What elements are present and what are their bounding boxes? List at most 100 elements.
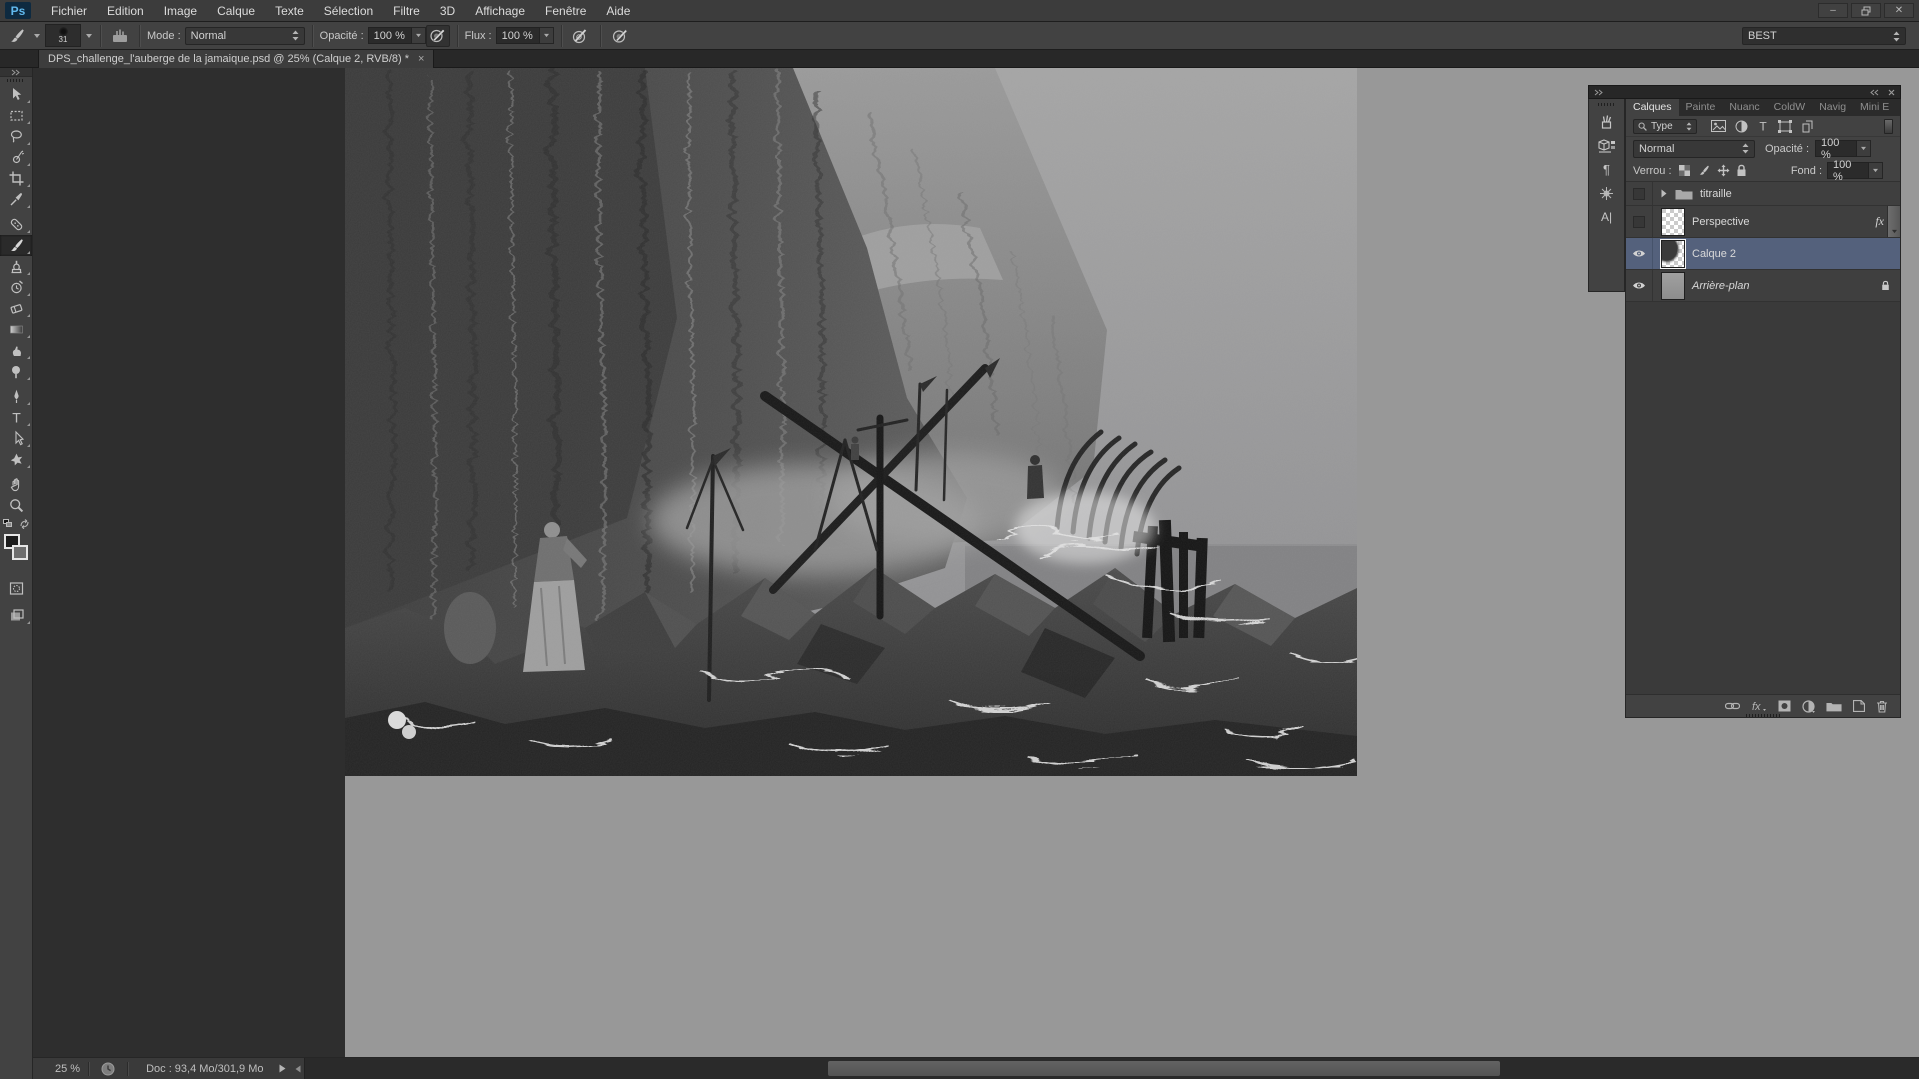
layer-row-titraille[interactable]: titraille (1626, 182, 1900, 206)
swap-colors-icon[interactable] (19, 519, 30, 529)
collapse-dock-icon[interactable] (1870, 89, 1880, 96)
chevron-down-icon[interactable] (33, 33, 41, 39)
scroll-left-icon[interactable] (295, 1065, 301, 1073)
tool-lasso[interactable] (0, 126, 32, 147)
lock-position-icon[interactable] (1717, 164, 1730, 177)
layer-row-perspective[interactable]: Perspective fx (1626, 206, 1900, 238)
opacity-field[interactable]: 100 % (368, 27, 412, 44)
layer-thumbnail[interactable] (1661, 272, 1685, 300)
tool-rectangular-marquee[interactable] (0, 105, 32, 126)
lock-pixels-icon[interactable] (1697, 164, 1711, 177)
document-tab[interactable]: DPS_challenge_l'auberge de la jamaique.p… (38, 50, 434, 68)
tool-quick-selection[interactable] (0, 147, 32, 168)
chevron-down-icon[interactable] (85, 33, 93, 39)
tool-gradient[interactable] (0, 319, 32, 340)
menu-image[interactable]: Image (154, 0, 207, 22)
close-dock-icon[interactable] (1888, 89, 1895, 96)
quick-mask-button[interactable] (0, 578, 32, 599)
lock-transparency-icon[interactable] (1678, 164, 1691, 177)
menu-filtre[interactable]: Filtre (383, 0, 430, 22)
tool-pen[interactable] (0, 386, 32, 407)
filter-pixel-layers-icon[interactable] (1711, 120, 1726, 132)
menu-affichage[interactable]: Affichage (465, 0, 535, 22)
zoom-level-field[interactable]: 25 % (55, 1063, 80, 1075)
horizontal-scrollbar-thumb[interactable] (828, 1061, 1500, 1076)
tool-move[interactable] (0, 84, 32, 105)
link-layers-button[interactable] (1725, 702, 1740, 710)
brush-presets-panel-icon[interactable] (1589, 109, 1624, 133)
tool-eyedropper[interactable] (0, 189, 32, 210)
panel-menu-icon[interactable] (1896, 99, 1900, 116)
filter-shape-layers-icon[interactable] (1778, 120, 1792, 133)
filter-adjustment-layers-icon[interactable] (1735, 120, 1748, 133)
layer-style-button[interactable]: fx (1751, 700, 1767, 712)
tab-close-icon[interactable]: × (418, 54, 424, 65)
lock-all-icon[interactable] (1736, 164, 1747, 177)
filter-toggle-switch[interactable] (1884, 119, 1893, 134)
screen-mode-button[interactable] (0, 605, 32, 626)
panel-resize-grip[interactable] (1746, 714, 1780, 717)
filter-type-layers-icon[interactable]: T (1757, 120, 1769, 132)
pressure-opacity-toggle[interactable] (426, 25, 450, 47)
flow-field[interactable]: 100 % (496, 27, 540, 44)
fill-dropdown[interactable] (1869, 162, 1883, 179)
glyphs-panel-icon[interactable] (1589, 181, 1624, 205)
pressure-size-toggle[interactable] (608, 25, 632, 47)
tool-eraser[interactable] (0, 298, 32, 319)
panel-dock-titlebar[interactable] (1588, 85, 1901, 99)
mode-select[interactable]: Normal (185, 27, 305, 45)
tool-clone-stamp[interactable] (0, 256, 32, 277)
toolbar-grip[interactable] (7, 79, 25, 82)
tab-mini-bridge[interactable]: Mini E (1853, 99, 1896, 116)
fill-field[interactable]: 100 % (1827, 162, 1869, 179)
group-disclosure-icon[interactable] (1661, 189, 1667, 198)
layer-opacity-dropdown[interactable] (1857, 140, 1871, 157)
layer-thumbnail[interactable] (1661, 208, 1685, 236)
blend-mode-select[interactable]: Normal (1633, 140, 1755, 158)
filter-smart-objects-icon[interactable] (1801, 120, 1814, 133)
airbrush-toggle[interactable] (569, 25, 593, 47)
background-color-swatch[interactable] (12, 545, 28, 560)
tool-type[interactable]: T (0, 407, 32, 428)
tool-zoom[interactable] (0, 495, 32, 516)
add-layer-mask-button[interactable] (1778, 700, 1791, 712)
layer-opacity-field[interactable]: 100 % (1815, 140, 1857, 157)
tab-coldw[interactable]: ColdW (1767, 99, 1813, 116)
tool-custom-shape[interactable] (0, 449, 32, 470)
tool-smudge[interactable] (0, 340, 32, 361)
menu-edition[interactable]: Edition (97, 0, 154, 22)
menu-calque[interactable]: Calque (207, 0, 265, 22)
canvas-painting[interactable] (345, 68, 1357, 776)
dock-grip[interactable] (1598, 103, 1616, 106)
flow-dropdown-button[interactable] (540, 27, 554, 44)
tool-dodge[interactable] (0, 361, 32, 382)
tab-navigation[interactable]: Navig (1812, 99, 1853, 116)
new-group-button[interactable] (1826, 701, 1842, 712)
new-layer-button[interactable] (1853, 700, 1865, 712)
restore-button[interactable] (1851, 3, 1881, 18)
character-styles-panel-icon[interactable]: A| (1589, 205, 1624, 229)
menu-fenetre[interactable]: Fenêtre (535, 0, 596, 22)
layer-row-arriere-plan[interactable]: Arrière-plan (1626, 270, 1900, 302)
workspace-preset-select[interactable]: BEST (1742, 27, 1906, 45)
close-button[interactable]: ✕ (1884, 3, 1914, 18)
fx-expand-scrollbar[interactable] (1887, 206, 1900, 237)
visibility-toggle[interactable] (1626, 238, 1653, 269)
tool-brush[interactable] (0, 235, 32, 256)
status-sync-icon[interactable] (101, 1062, 115, 1076)
visibility-toggle[interactable] (1626, 270, 1653, 301)
tab-calques[interactable]: Calques (1626, 99, 1679, 116)
minimize-button[interactable]: – (1818, 3, 1848, 18)
tool-spot-healing-brush[interactable] (0, 214, 32, 235)
paragraph-panel-icon[interactable]: ¶ (1589, 157, 1624, 181)
tab-nuancier[interactable]: Nuanc (1722, 99, 1766, 116)
status-flyout-icon[interactable] (279, 1064, 286, 1073)
tool-history-brush[interactable] (0, 277, 32, 298)
add-adjustment-layer-button[interactable] (1802, 700, 1815, 713)
tool-crop[interactable] (0, 168, 32, 189)
toolbar-collapse-button[interactable] (0, 68, 32, 77)
3d-panel-icon[interactable] (1589, 133, 1624, 157)
menu-selection[interactable]: Sélection (314, 0, 383, 22)
expand-dock-icon[interactable] (1594, 89, 1604, 96)
opacity-dropdown-button[interactable] (412, 27, 426, 44)
